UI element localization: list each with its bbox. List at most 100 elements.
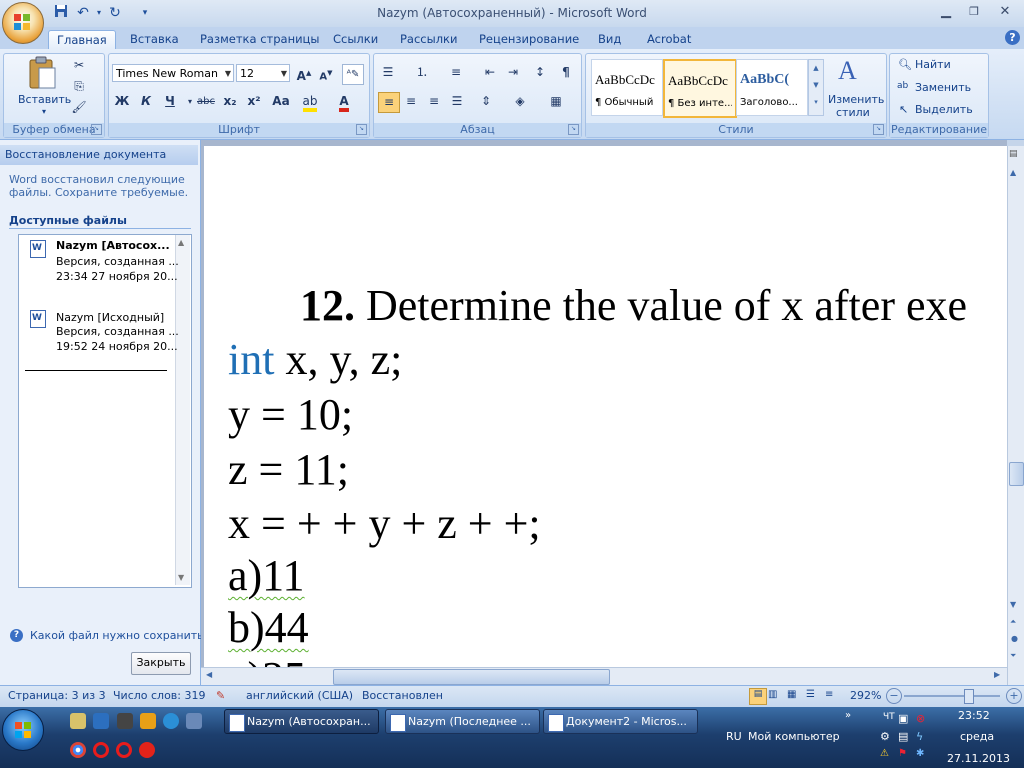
find-button[interactable]: Найти [915,58,951,71]
grow-font-icon[interactable]: A▲ [294,64,314,83]
style-normal[interactable]: AaBbCcDc ¶ Обычный [591,59,663,116]
quicklaunch-flash-icon[interactable] [140,713,156,729]
zoom-slider-thumb[interactable] [964,689,974,704]
tray-flag-icon[interactable]: ⚑ [898,748,907,759]
start-button[interactable] [2,709,44,751]
change-styles-label-1[interactable]: Изменить [828,93,884,106]
quicklaunch-word-icon[interactable] [93,713,109,729]
numbering-icon[interactable]: ⒈ [412,63,432,82]
tray-stop-icon[interactable]: ⊗ [916,712,925,725]
scroll-left-arrow-icon[interactable]: ◀ [206,670,212,679]
tab-acrobat[interactable]: Acrobat [647,30,691,49]
show-more-icon[interactable]: » [845,710,851,721]
quicklaunch-yandex-icon[interactable] [139,742,155,758]
paste-icon[interactable] [27,56,57,90]
tab-references[interactable]: Ссылки [333,30,378,49]
ruler-toggle-icon[interactable]: ▤ [1009,149,1018,159]
help-icon[interactable]: ? [1005,30,1020,45]
previous-page-icon[interactable]: ⏶ [1010,617,1016,627]
horizontal-scroll-thumb[interactable] [333,669,610,685]
replace-icon[interactable]: ab [897,81,908,91]
bullets-icon[interactable]: ☰ [378,63,398,82]
close-pane-button[interactable]: Закрыть [131,652,191,675]
my-computer-toolbar[interactable]: Мой компьютер [748,730,840,743]
taskbar-button-nazym-autosaved[interactable]: Nazym (Автосохран... [224,709,379,734]
taskbar-button-nazym-last[interactable]: Nazym (Последнее ... [385,709,540,734]
clock-date[interactable]: 27.11.2013 [947,752,1010,765]
tab-page-layout[interactable]: Разметка страницы [200,30,319,49]
styles-launcher-icon[interactable]: ↘ [873,124,884,135]
zoom-out-icon[interactable]: − [886,688,902,704]
change-styles-icon[interactable]: A [838,56,857,86]
tab-insert[interactable]: Вставка [130,30,179,49]
show-marks-icon[interactable]: ¶ [556,63,576,82]
scroll-down-arrow-icon[interactable]: ▼ [1010,600,1016,609]
tray-language-indicator[interactable]: ЧТ [883,712,895,722]
borders-icon[interactable]: ▦ [546,92,566,111]
change-styles-label-2[interactable]: стили [836,106,870,119]
recovery-file-item[interactable]: Nazym [Исходный] Версия, созданная ... 1… [24,308,179,358]
next-page-icon[interactable]: ⏷ [1010,651,1016,661]
cut-icon[interactable]: ✂ [69,56,89,75]
quicklaunch-opera-icon[interactable] [93,742,109,758]
tray-settings-icon[interactable]: ⚙ [880,730,890,743]
office-button[interactable] [2,2,44,44]
draft-icon[interactable]: ≡ [825,689,833,700]
tab-review[interactable]: Рецензирование [479,30,579,49]
styles-scroll-icon[interactable]: ▲ ▼ ▾ [808,59,824,116]
zoom-in-icon[interactable]: + [1006,688,1022,704]
font-name-dropdown-icon[interactable]: ▼ [225,65,231,83]
clipboard-launcher-icon[interactable]: ↘ [91,124,102,135]
font-size-combo[interactable]: 12 ▼ [236,64,290,82]
input-language[interactable]: RU [726,730,742,743]
status-zoom[interactable]: 292% [850,689,881,702]
find-icon[interactable]: 🔍︎ [898,58,912,71]
print-layout-icon[interactable]: ▤ [749,688,767,705]
style-heading[interactable]: AaBbC( Заголово... [736,59,808,116]
tab-view[interactable]: Вид [598,30,621,49]
clock-time[interactable]: 23:52 [958,709,990,722]
minimize-button[interactable]: ▁ [933,3,959,21]
web-layout-icon[interactable]: ▦ [787,689,796,700]
tab-home[interactable]: Главная [48,30,116,50]
paste-dropdown-icon[interactable]: ▾ [42,107,46,116]
font-color-icon[interactable]: A [334,92,354,112]
select-button[interactable]: Выделить [915,103,973,116]
font-size-dropdown-icon[interactable]: ▼ [281,65,287,83]
document-page[interactable]: 12. Determine the value of x after exe i… [204,146,1007,667]
font-name-combo[interactable]: Times New Roman ▼ [112,64,234,82]
quicklaunch-desktop-icon[interactable] [186,713,202,729]
tray-power-icon[interactable]: ϟ [916,730,923,743]
change-case-button[interactable]: Aa [268,92,294,111]
quicklaunch-chrome-icon[interactable] [70,742,86,758]
align-left-icon[interactable]: ≡ [378,92,400,113]
style-no-spacing[interactable]: AaBbCcDc ¶ Без инте... [663,59,737,118]
tray-bluetooth-icon[interactable]: ✱ [916,748,924,759]
increase-indent-icon[interactable]: ⇥ [503,63,523,82]
align-right-icon[interactable]: ≡ [424,92,444,111]
zoom-slider-track[interactable] [904,695,1000,697]
select-icon[interactable]: ↖ [899,103,908,116]
proofing-icon[interactable]: ✎ [216,689,225,702]
paragraph-launcher-icon[interactable]: ↘ [568,124,579,135]
font-launcher-icon[interactable]: ↘ [356,124,367,135]
recovery-file-item[interactable]: Nazym [Автосох... Версия, созданная ... … [24,238,179,288]
line-spacing-icon[interactable]: ⇕ [476,92,496,111]
tab-mailings[interactable]: Рассылки [400,30,457,49]
format-painter-icon[interactable]: 🖌 [69,98,89,117]
align-center-icon[interactable]: ≡ [401,92,421,111]
taskbar-button-document2[interactable]: Документ2 - Micros... [543,709,698,734]
clear-formatting-icon[interactable]: ᴬ✎ [342,64,364,85]
browse-object-icon[interactable]: ● [1011,634,1018,643]
highlight-icon[interactable]: ab [300,92,320,112]
strikethrough-button[interactable]: abc [196,92,216,111]
multilevel-list-icon[interactable]: ≡ [446,63,466,82]
scroll-up-arrow-icon[interactable]: ▲ [1010,168,1016,177]
close-window-button[interactable]: ✕ [992,3,1018,21]
underline-button[interactable]: Ч [160,92,180,111]
restore-button[interactable]: ❐ [961,3,987,21]
quicklaunch-paint-icon[interactable] [70,713,86,729]
which-file-help-link[interactable]: Какой файл нужно сохранить? [30,629,210,642]
quicklaunch-opera2-icon[interactable] [116,742,132,758]
tray-network-icon[interactable]: ▣ [898,712,908,725]
